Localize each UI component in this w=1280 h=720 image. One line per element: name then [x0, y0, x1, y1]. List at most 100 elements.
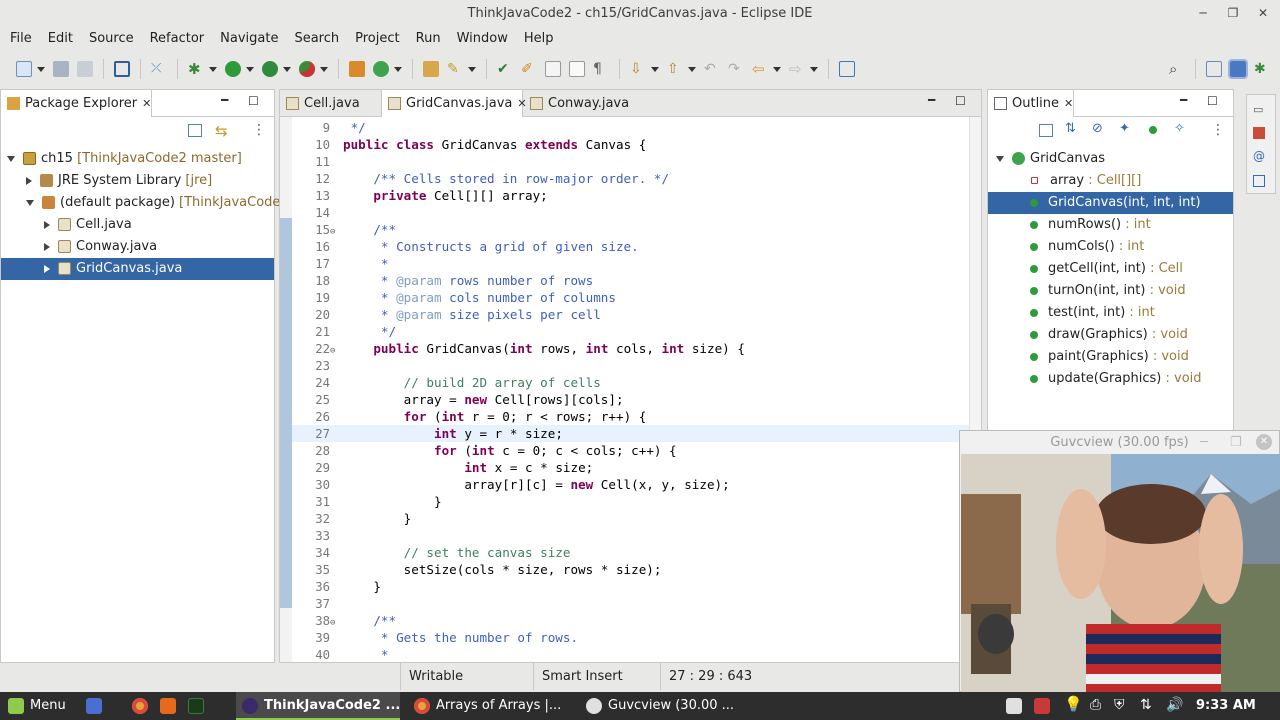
chevron-right-icon[interactable] — [26, 176, 32, 185]
code-line[interactable]: 11 — [292, 153, 972, 170]
chevron-down-icon[interactable] — [688, 66, 696, 72]
maximize-icon[interactable]: ☐ — [1207, 94, 1218, 108]
maximize-icon[interactable]: ☐ — [248, 94, 259, 108]
start-menu-button[interactable]: Menu — [8, 692, 66, 720]
chrome-launcher-icon[interactable] — [132, 698, 148, 714]
tree-item-default-package[interactable]: (default package) [ThinkJavaCode2 — [1, 192, 289, 214]
maximize-icon[interactable]: ☐ — [955, 94, 966, 108]
outline-member[interactable]: numRows() : int — [988, 214, 1233, 236]
code-line[interactable]: 18 * @param rows number of rows — [292, 272, 972, 289]
view-menu-icon[interactable]: ⋮ — [252, 122, 266, 138]
code-line[interactable]: 30 array[r][c] = new Cell(x, y, size); — [292, 476, 972, 493]
outline-member[interactable]: array : Cell[][] — [988, 170, 1233, 192]
new-package-icon[interactable] — [349, 61, 365, 77]
chevron-down-icon[interactable] — [810, 66, 818, 72]
problems-icon[interactable] — [1253, 127, 1265, 139]
code-line[interactable]: 29 int x = c * size; — [292, 459, 972, 476]
code-line[interactable]: 34 // set the canvas size — [292, 544, 972, 561]
code-line[interactable]: 25 array = new Cell[rows][cols]; — [292, 391, 972, 408]
recording-icon[interactable] — [1034, 698, 1050, 714]
new-class-icon[interactable] — [373, 61, 389, 77]
save-icon[interactable] — [53, 61, 69, 77]
toggle-mark-icon[interactable]: ✔ — [497, 61, 513, 77]
minimize-icon[interactable]: ━ — [1180, 93, 1187, 107]
tree-item-jre[interactable]: JRE System Library [jre] — [1, 170, 274, 192]
close-icon[interactable]: ✕ — [1256, 434, 1272, 450]
guvcview-titlebar[interactable]: Guvcview (30.00 fps) ─ ❐ ✕ — [960, 431, 1279, 454]
collapse-all-icon[interactable] — [188, 124, 202, 137]
declaration-icon[interactable] — [1253, 175, 1265, 187]
terminal-icon[interactable] — [114, 61, 130, 77]
code-line[interactable]: 38⊖ /** — [292, 612, 972, 629]
outline-member[interactable]: turnOn(int, int) : void — [988, 280, 1233, 302]
code-line[interactable]: 40 * — [292, 646, 972, 662]
debug-perspective-icon[interactable]: ✱ — [1254, 61, 1270, 77]
minimize-icon[interactable]: ━ — [928, 93, 935, 107]
terminal-launcher-icon[interactable] — [188, 698, 204, 714]
outline-member[interactable]: draw(Graphics) : void — [988, 324, 1233, 346]
chevron-right-icon[interactable] — [44, 220, 50, 229]
code-line[interactable]: 22⊖ public GridCanvas(int rows, int cols… — [292, 340, 972, 357]
code-line[interactable]: 12 /** Cells stored in row-major order. … — [292, 170, 972, 187]
tab-gridcanvas-java[interactable]: GridCanvas.java ✕ — [381, 90, 527, 117]
chevron-down-icon[interactable] — [773, 66, 781, 72]
search-icon[interactable]: ⌕ — [1169, 61, 1185, 77]
chevron-down-icon[interactable] — [7, 155, 15, 162]
coverage-icon[interactable] — [262, 61, 278, 77]
chevron-down-icon[interactable] — [394, 66, 402, 72]
minimize-icon[interactable]: ─ — [1190, 0, 1216, 27]
outline-member[interactable]: numCols() : int — [988, 236, 1233, 258]
forward-icon[interactable]: ⇨ — [789, 61, 805, 77]
code-line[interactable]: 27 int y = r * size; — [292, 425, 972, 442]
code-line[interactable]: 16 * Constructs a grid of given size. — [292, 238, 972, 255]
chevron-down-icon[interactable] — [37, 66, 45, 72]
collapse-all-icon[interactable] — [1039, 124, 1053, 137]
pin-editor-icon[interactable] — [839, 61, 855, 77]
code-line[interactable]: 32 } — [292, 510, 972, 527]
clock[interactable]: 9:33 AM — [1196, 692, 1256, 720]
menu-run[interactable]: Run — [414, 27, 449, 51]
chevron-down-icon[interactable] — [996, 155, 1004, 162]
highlight-icon[interactable]: ✐ — [521, 61, 537, 77]
code-line[interactable]: 15⊖ /** — [292, 221, 972, 238]
view-menu-icon[interactable]: ⋮ — [1211, 122, 1225, 138]
open-perspective-icon[interactable] — [1206, 61, 1222, 77]
code-line[interactable]: 33 — [292, 527, 972, 544]
hide-static-icon[interactable]: ✦ — [1119, 121, 1130, 136]
code-line[interactable]: 9 */ — [292, 119, 972, 136]
sort-icon[interactable]: ⇅ — [1065, 121, 1076, 136]
printer-icon[interactable]: ⎙ — [1090, 697, 1101, 713]
menu-refactor[interactable]: Refactor — [148, 27, 213, 51]
files-launcher-icon[interactable] — [160, 698, 176, 714]
menu-file[interactable]: File — [8, 27, 40, 51]
chevron-down-icon[interactable] — [320, 66, 328, 72]
tab-outline[interactable]: Outline ✕ — [988, 90, 1075, 117]
back-icon[interactable]: ⇦ — [752, 61, 768, 77]
code-line[interactable]: 17 * — [292, 255, 972, 272]
chevron-down-icon[interactable] — [26, 199, 34, 206]
menu-window[interactable]: Window — [455, 27, 516, 51]
tree-item-conway-java[interactable]: Conway.java — [1, 236, 274, 258]
tree-item-gridcanvas-java[interactable]: GridCanvas.java — [1, 258, 274, 280]
menu-navigate[interactable]: Navigate — [218, 27, 286, 51]
code-line[interactable]: 20 * @param size pixels per cell — [292, 306, 972, 323]
outline-member[interactable]: test(int, int) : int — [988, 302, 1233, 324]
tab-package-explorer[interactable]: Package Explorer ✕ — [1, 90, 153, 117]
chevron-down-icon[interactable] — [651, 66, 659, 72]
outline-member[interactable]: update(Graphics) : void — [988, 368, 1233, 390]
external-tools-icon[interactable] — [299, 61, 315, 77]
tree-item-cell-java[interactable]: Cell.java — [1, 214, 274, 236]
chevron-right-icon[interactable] — [44, 264, 50, 273]
outline-member[interactable]: paint(Graphics) : void — [988, 346, 1233, 368]
previous-annotation-icon[interactable]: ⇧ — [667, 61, 683, 77]
shield-icon[interactable]: ⛨ — [1114, 697, 1125, 713]
code-line[interactable]: 39 * Gets the number of rows. — [292, 629, 972, 646]
code-line[interactable]: 19 * @param cols number of columns — [292, 289, 972, 306]
hide-non-public-icon[interactable] — [1149, 126, 1157, 134]
close-icon[interactable]: ✕ — [1064, 97, 1073, 110]
code-line[interactable]: 23 — [292, 357, 972, 374]
maximize-icon[interactable]: ❐ — [1220, 0, 1246, 27]
code-line[interactable]: 31 } — [292, 493, 972, 510]
minimize-icon[interactable]: ─ — [1200, 431, 1208, 454]
code-line[interactable]: 35 setSize(cols * size, rows * size); — [292, 561, 972, 578]
